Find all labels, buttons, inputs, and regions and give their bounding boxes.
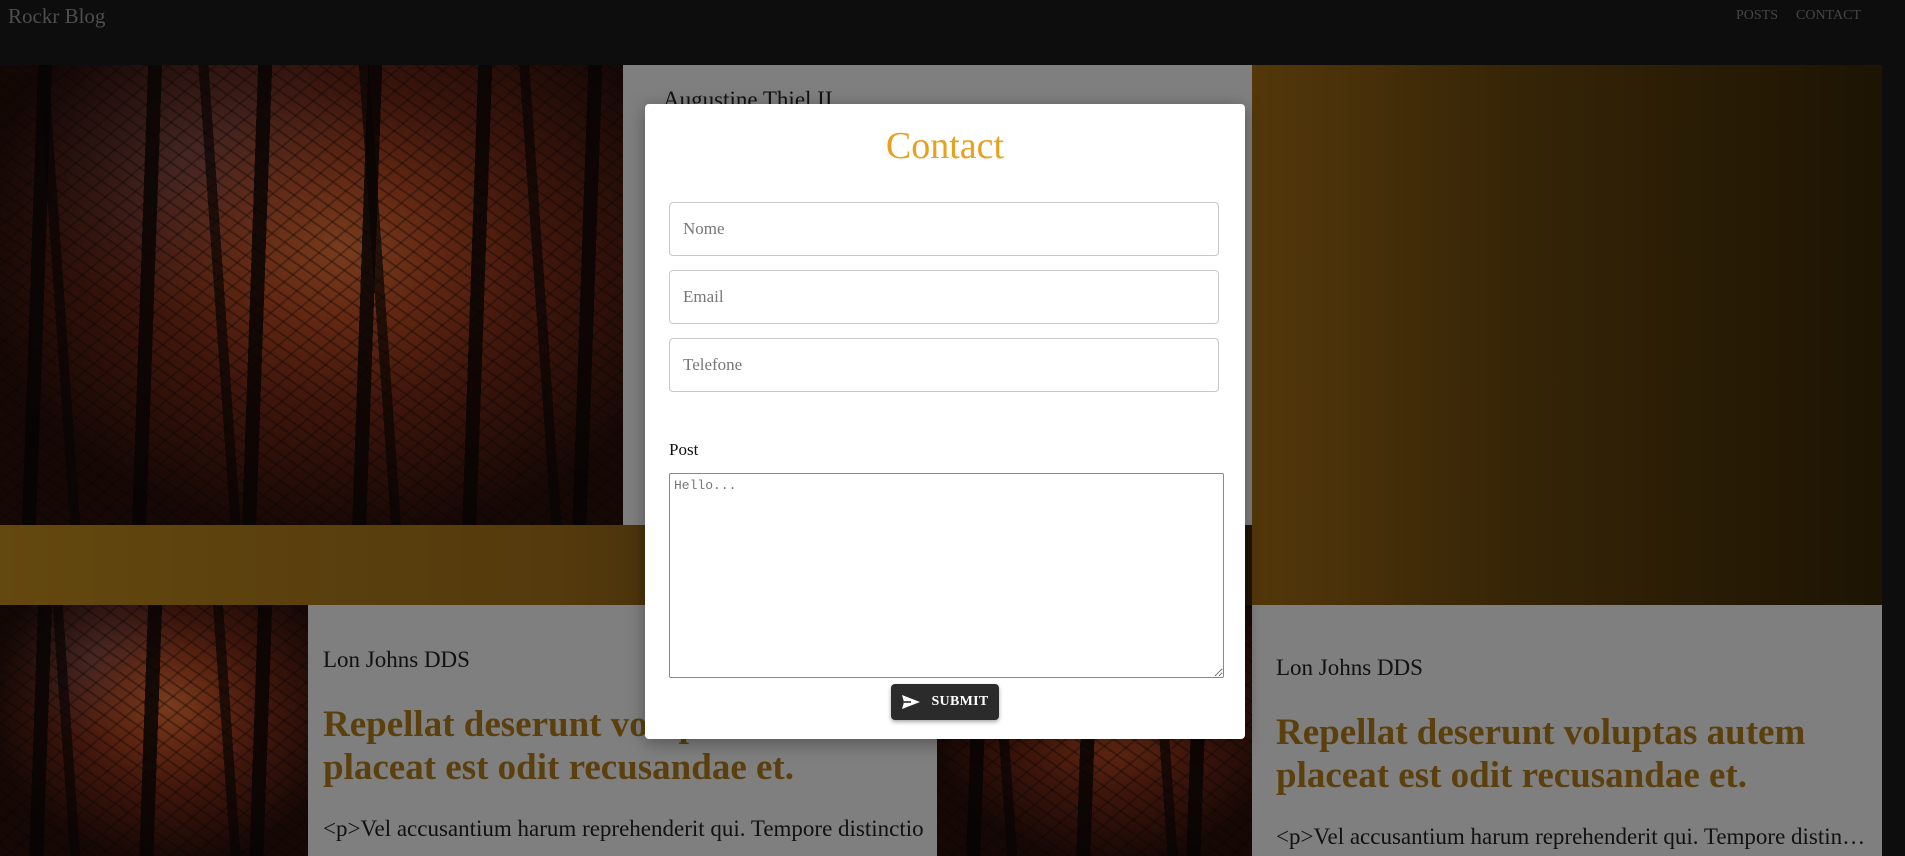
email-input[interactable] <box>669 270 1219 324</box>
modal-title: Contact <box>885 125 1005 167</box>
contact-modal: Contact Post SUBMIT <box>645 104 1245 739</box>
submit-button[interactable]: SUBMIT <box>891 684 999 720</box>
name-input[interactable] <box>669 202 1219 256</box>
post-label: Post <box>669 440 699 459</box>
post-textarea[interactable] <box>669 473 1224 678</box>
submit-label: SUBMIT <box>931 694 989 709</box>
send-icon <box>902 695 921 709</box>
phone-input[interactable] <box>669 338 1219 392</box>
